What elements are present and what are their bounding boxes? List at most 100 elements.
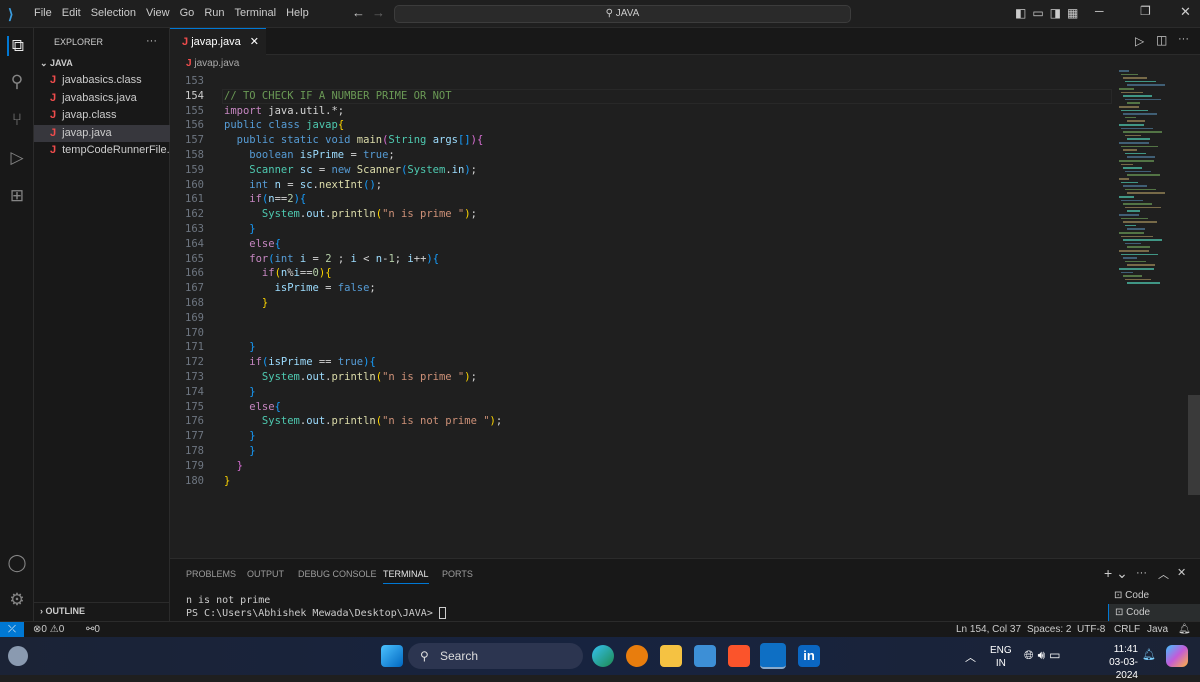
- show-hidden-icons[interactable]: ︿: [965, 649, 976, 665]
- terminal-prompt[interactable]: PS C:\Users\Abhishek Mewada\Desktop\JAVA…: [186, 607, 446, 619]
- code-token: println: [331, 371, 376, 383]
- code-line: else{: [224, 237, 281, 252]
- start-windows-icon[interactable]: [381, 645, 403, 667]
- minimize-button[interactable]: ─: [1095, 4, 1104, 18]
- maximize-button[interactable]: ❐: [1140, 4, 1151, 18]
- file-item[interactable]: Jjavap.class: [34, 107, 170, 124]
- command-center-search[interactable]: ⚲ JAVA: [394, 5, 851, 23]
- problems-status[interactable]: ⊗0 ⚠0: [33, 622, 64, 637]
- panel-tab-output[interactable]: OUTPUT: [247, 569, 284, 579]
- file-item[interactable]: Jjavap.java: [34, 124, 170, 142]
- menu-help[interactable]: Help: [286, 7, 309, 19]
- file-item[interactable]: Jjavabasics.class: [34, 72, 170, 89]
- close-panel-icon[interactable]: ✕: [1177, 566, 1186, 579]
- source-control-icon[interactable]: ⑂: [7, 110, 27, 130]
- extensions-icon[interactable]: ⊞: [7, 186, 27, 206]
- menu-selection[interactable]: Selection: [91, 7, 136, 19]
- code-token: ==: [299, 267, 313, 280]
- weather-icon[interactable]: [8, 646, 28, 666]
- outline-section[interactable]: › OUTLINE: [34, 602, 170, 619]
- menu-file[interactable]: File: [34, 7, 52, 19]
- run-button[interactable]: ▷: [1135, 34, 1144, 48]
- minimap-line: [1121, 253, 1158, 256]
- code-token: ++: [413, 252, 427, 265]
- settings-gear-icon[interactable]: ⚙: [7, 590, 27, 610]
- code-token: ;: [470, 163, 477, 176]
- forward-icon[interactable]: →: [372, 5, 385, 20]
- close-button[interactable]: ✕: [1180, 4, 1191, 20]
- explorer-more-button[interactable]: ···: [146, 35, 157, 47]
- file-explorer-icon[interactable]: [660, 645, 682, 667]
- store-icon[interactable]: [694, 645, 716, 667]
- linkedin-icon[interactable]: in: [798, 645, 820, 667]
- line-ending[interactable]: CRLF: [1114, 622, 1140, 637]
- more-actions-button[interactable]: ···: [1178, 33, 1189, 45]
- code-line: System.out.println("n is prime ");: [224, 370, 477, 385]
- encoding[interactable]: UTF-8: [1077, 622, 1105, 637]
- panel-tab-debug-console[interactable]: DEBUG CONSOLE: [298, 569, 377, 579]
- taskbar-search[interactable]: ⚲ Search: [408, 643, 583, 669]
- remote-icon[interactable]: ⤫: [0, 622, 24, 638]
- layout-icons[interactable]: ◧▭◨▦: [1015, 6, 1084, 20]
- copilot-icon[interactable]: [1166, 645, 1188, 667]
- minimap-line: [1125, 152, 1146, 155]
- breadcrumb[interactable]: J javap.java: [186, 58, 239, 69]
- code-token: ==: [274, 193, 288, 206]
- code-line: // TO CHECK IF A NUMBER PRIME OR NOT: [224, 89, 452, 104]
- line-number: 169: [185, 311, 204, 324]
- file-item[interactable]: JtempCodeRunnerFile....: [34, 142, 170, 159]
- indentation[interactable]: Spaces: 2: [1027, 622, 1071, 637]
- close-tab-icon[interactable]: ✕: [250, 36, 259, 48]
- cursor-position[interactable]: Ln 154, Col 37: [956, 622, 1021, 637]
- minimap[interactable]: [1115, 70, 1175, 300]
- run-debug-icon[interactable]: ▷: [7, 148, 27, 168]
- code-line: if(n%i==0){: [224, 266, 332, 281]
- explorer-icon[interactable]: ⧉: [7, 36, 27, 56]
- outline-label: OUTLINE: [45, 606, 86, 616]
- code-line: System.out.println("n is prime ");: [224, 207, 477, 222]
- brave-icon[interactable]: [728, 645, 750, 667]
- line-number: 174: [185, 385, 204, 398]
- editor-scrollbar[interactable]: [1188, 395, 1200, 495]
- terminal-list-item[interactable]: ⊡ Code: [1108, 587, 1200, 604]
- language-mode[interactable]: Java: [1147, 622, 1168, 637]
- new-terminal-button[interactable]: + ⌄: [1104, 565, 1128, 582]
- file-item[interactable]: Jjavabasics.java: [34, 90, 170, 107]
- blender-icon[interactable]: [626, 645, 648, 667]
- clock[interactable]: 11:41 03-03-2024: [1088, 643, 1138, 682]
- code-token: Scanner: [224, 163, 294, 176]
- code-line: boolean isPrime = true;: [224, 148, 394, 163]
- menu-go[interactable]: Go: [180, 7, 195, 19]
- network-volume-battery-icons[interactable]: 🌐︎🔊︎▭: [1024, 648, 1065, 663]
- maximize-panel-icon[interactable]: ︿: [1158, 566, 1169, 582]
- java-file-icon: J: [50, 74, 57, 86]
- panel-more-button[interactable]: ···: [1136, 567, 1147, 579]
- folder-java[interactable]: ⌄ JAVA: [34, 55, 170, 72]
- panel-tab-ports[interactable]: PORTS: [442, 569, 473, 579]
- minimap-line: [1123, 131, 1162, 133]
- code-token: class: [268, 119, 300, 132]
- vscode-taskbar-icon[interactable]: [760, 643, 786, 669]
- panel-tab-terminal[interactable]: TERMINAL: [383, 569, 429, 584]
- tab-javap-java[interactable]: J javap.java ✕: [170, 28, 266, 55]
- panel-tab-problems[interactable]: PROBLEMS: [186, 569, 236, 579]
- notifications-bell-icon[interactable]: 🔔︎: [1178, 622, 1191, 637]
- code-line: }: [224, 222, 255, 237]
- notification-bell-icon[interactable]: 🔔︎: [1142, 648, 1156, 661]
- minimap-line: [1127, 210, 1140, 212]
- terminal-list-item[interactable]: ⊡ Code: [1108, 604, 1200, 621]
- line-number: 166: [185, 267, 204, 280]
- windows-taskbar: ⚲ Search in ︿ ENG IN 🌐︎🔊︎▭ 11:41 03-03-2024…: [0, 637, 1200, 681]
- search-icon[interactable]: ⚲: [7, 72, 27, 92]
- ports-status[interactable]: ⚯0: [86, 622, 100, 637]
- menu-terminal[interactable]: Terminal: [235, 7, 277, 19]
- account-icon[interactable]: ◯: [7, 553, 27, 573]
- language-indicator[interactable]: ENG IN: [990, 644, 1012, 670]
- split-editor-button[interactable]: ◫: [1156, 33, 1167, 47]
- lang-code: ENG: [990, 645, 1012, 656]
- back-icon[interactable]: ←: [352, 5, 365, 20]
- menu-view[interactable]: View: [146, 7, 170, 19]
- menu-edit[interactable]: Edit: [62, 7, 81, 19]
- menu-run[interactable]: Run: [204, 7, 224, 19]
- edge-icon[interactable]: [592, 645, 614, 667]
